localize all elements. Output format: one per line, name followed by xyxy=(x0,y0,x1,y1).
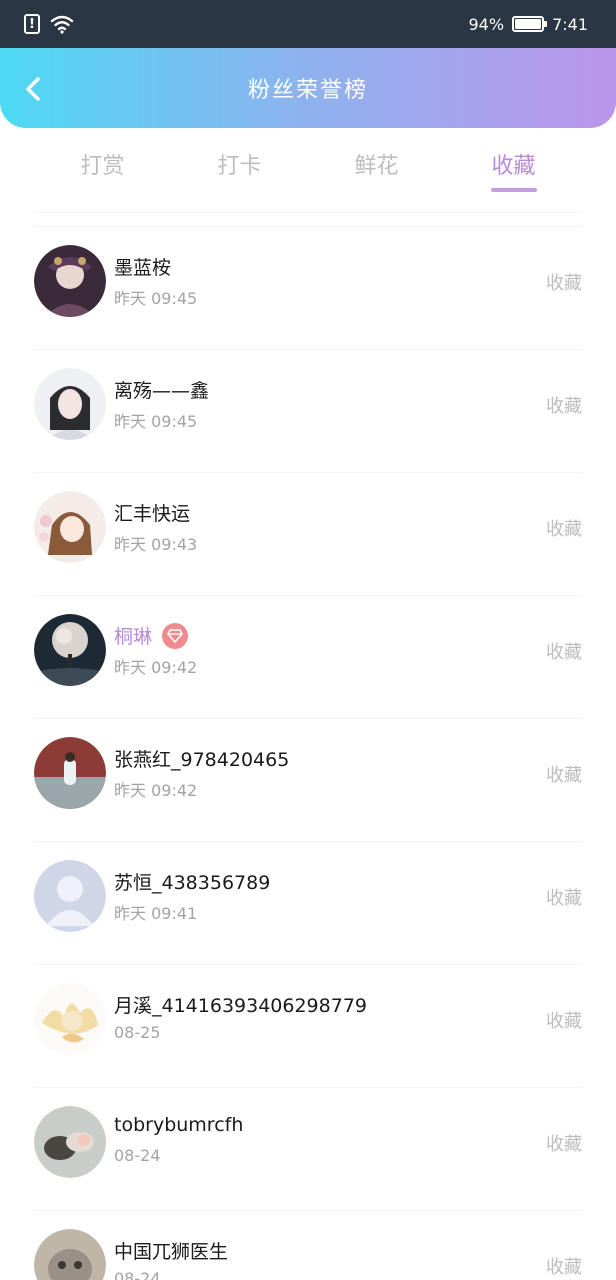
user-name: 张燕红_978420465 xyxy=(114,749,290,771)
action-label[interactable]: 收藏 xyxy=(546,269,582,295)
timestamp: 08-24 xyxy=(114,1269,161,1280)
name-line: 月溪_41416393406298779 xyxy=(114,991,367,1018)
sim-alert-icon: ! xyxy=(24,14,40,34)
action-label[interactable]: 收藏 xyxy=(546,515,582,541)
user-name: 中国兀狮医生 xyxy=(114,1241,229,1263)
name-line: 桐琳 xyxy=(114,622,189,649)
fan-list: 墨蓝桉 昨天 09:45 收藏 离殇——鑫 昨天 09:45 收藏 汇丰快运 昨… xyxy=(0,226,616,1280)
action-label[interactable]: 收藏 xyxy=(546,392,582,418)
avatar[interactable] xyxy=(34,1106,106,1178)
list-item[interactable]: 苏恒_438356789 昨天 09:41 收藏 xyxy=(34,841,582,964)
wifi-icon xyxy=(50,15,74,34)
avatar[interactable] xyxy=(34,245,106,317)
action-label[interactable]: 收藏 xyxy=(546,1253,582,1279)
user-name: 桐琳 xyxy=(114,626,153,648)
name-line: 张燕红_978420465 xyxy=(114,745,289,772)
timestamp: 昨天 09:41 xyxy=(114,904,198,923)
avatar[interactable] xyxy=(34,983,106,1055)
avatar[interactable] xyxy=(34,368,106,440)
user-name: 苏恒_438356789 xyxy=(114,872,271,894)
avatar[interactable] xyxy=(34,1229,106,1280)
status-bar: ! 94% 7:41 xyxy=(0,0,616,48)
action-label[interactable]: 收藏 xyxy=(546,1007,582,1033)
user-name: 墨蓝桉 xyxy=(114,257,172,279)
user-name: 月溪_41416393406298779 xyxy=(114,995,368,1017)
user-name: 离殇——鑫 xyxy=(114,380,210,402)
list-item[interactable]: 中国兀狮医生 08-24 收藏 xyxy=(34,1210,582,1280)
tab-checkin[interactable]: 打卡 xyxy=(171,140,308,194)
list-item[interactable]: 墨蓝桉 昨天 09:45 收藏 xyxy=(34,226,582,349)
list-item[interactable]: tobrybumrcfh 08-24 收藏 xyxy=(34,1087,582,1210)
timestamp: 昨天 09:43 xyxy=(114,535,198,554)
timestamp: 昨天 09:42 xyxy=(114,781,198,800)
back-button[interactable] xyxy=(18,74,48,104)
list-item[interactable]: 月溪_41416393406298779 08-25 收藏 xyxy=(34,964,582,1087)
name-line: 苏恒_438356789 xyxy=(114,868,270,895)
name-line: 墨蓝桉 xyxy=(114,253,171,280)
tab-flowers[interactable]: 鲜花 xyxy=(308,140,445,194)
battery-icon xyxy=(512,16,548,32)
action-label[interactable]: 收藏 xyxy=(546,884,582,910)
timestamp: 昨天 09:45 xyxy=(114,412,198,431)
chevron-left-icon xyxy=(26,77,40,101)
timestamp: 08-25 xyxy=(114,1023,161,1042)
list-item[interactable]: 桐琳 昨天 09:42 收藏 xyxy=(34,595,582,718)
list-item[interactable]: 汇丰快运 昨天 09:43 收藏 xyxy=(34,472,582,595)
battery-percent: 94% xyxy=(468,14,505,34)
name-line: 汇丰快运 xyxy=(114,499,190,526)
timestamp: 昨天 09:45 xyxy=(114,289,198,308)
user-name: 汇丰快运 xyxy=(114,503,191,525)
avatar[interactable] xyxy=(34,737,106,809)
timestamp: 昨天 09:42 xyxy=(114,658,198,677)
default-avatar[interactable] xyxy=(34,860,106,932)
name-line: 中国兀狮医生 xyxy=(114,1237,228,1264)
action-label[interactable]: 收藏 xyxy=(546,1130,582,1156)
name-line: tobrybumrcfh xyxy=(114,1114,243,1136)
list-item[interactable]: 离殇——鑫 昨天 09:45 收藏 xyxy=(34,349,582,472)
action-label[interactable]: 收藏 xyxy=(546,761,582,787)
page-title: 粉丝荣誉榜 xyxy=(247,78,368,103)
timestamp: 08-24 xyxy=(114,1146,161,1165)
action-label[interactable]: 收藏 xyxy=(546,638,582,664)
tab-favorites[interactable]: 收藏 xyxy=(445,140,582,194)
divider xyxy=(34,212,582,213)
user-name: tobrybumrcfh xyxy=(114,1114,244,1136)
status-left: ! xyxy=(24,14,74,34)
header: 粉丝荣誉榜 xyxy=(0,48,616,128)
name-line: 离殇——鑫 xyxy=(114,376,209,403)
list-item[interactable]: 张燕红_978420465 昨天 09:42 收藏 xyxy=(34,718,582,841)
tab-tip[interactable]: 打赏 xyxy=(34,140,171,194)
status-right: 94% 7:41 xyxy=(469,15,589,34)
avatar[interactable] xyxy=(34,491,106,563)
vip-badge-icon xyxy=(162,622,189,649)
clock: 7:41 xyxy=(552,14,588,34)
tab-bar: 打赏 打卡 鲜花 收藏 xyxy=(0,140,616,194)
avatar[interactable] xyxy=(34,614,106,686)
